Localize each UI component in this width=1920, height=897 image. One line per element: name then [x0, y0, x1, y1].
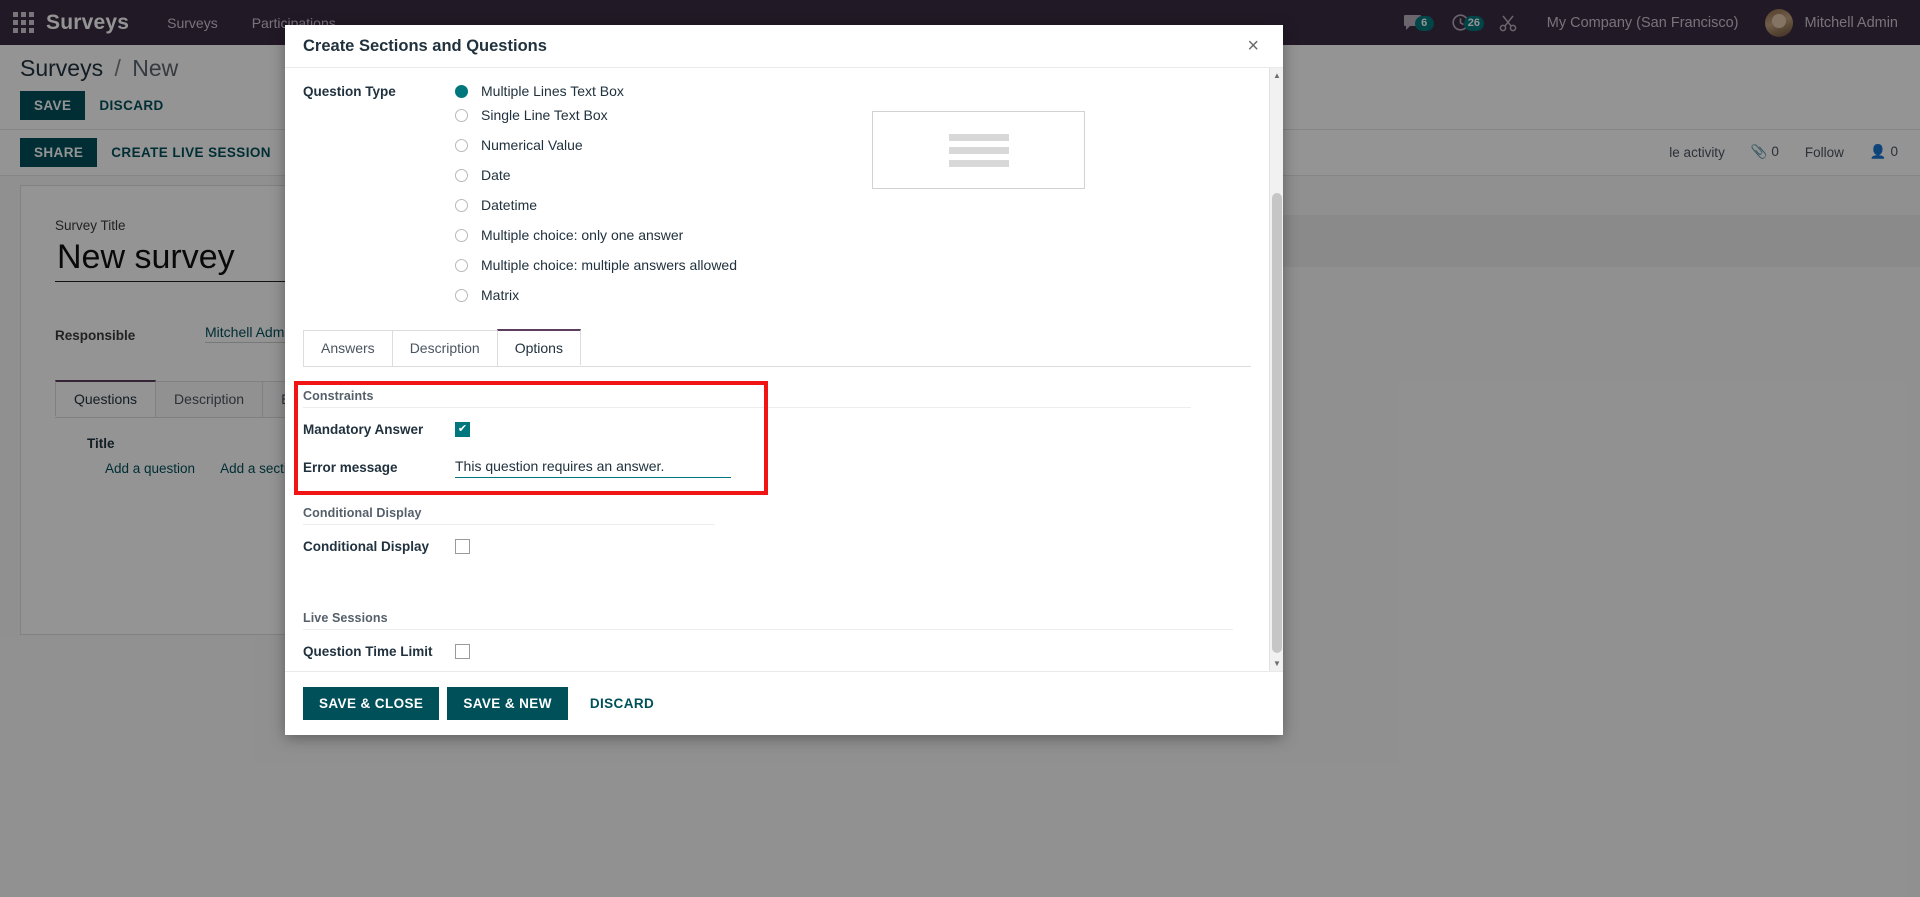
- radio-multiple-choice-multiple-answers[interactable]: [455, 258, 468, 272]
- radio-label-multiple-lines-text-box: Multiple Lines Text Box: [481, 83, 624, 99]
- conditional-display-label: Conditional Display: [303, 538, 430, 554]
- question-time-limit-checkbox[interactable]: [455, 643, 470, 659]
- question-type-option-multiple-choice-multi[interactable]: Multiple choice: multiple answers allowe…: [285, 250, 1269, 280]
- radio-label-multiple-choice-one-answer: Multiple choice: only one answer: [481, 227, 684, 243]
- dialog-header: Create Sections and Questions ×: [285, 25, 1283, 68]
- dialog-title: Create Sections and Questions: [303, 36, 547, 55]
- radio-label-multiple-choice-multiple-answers: Multiple choice: multiple answers allowe…: [481, 257, 738, 273]
- chevron-down-icon[interactable]: ▼: [1270, 656, 1283, 671]
- radio-label-single-line-text-box: Single Line Text Box: [481, 107, 608, 123]
- question-type-option-single-line-text-box[interactable]: Single Line Text Box: [285, 100, 1269, 130]
- question-type-option-datetime[interactable]: Datetime: [285, 190, 1269, 220]
- radio-label-date: Date: [481, 167, 511, 183]
- error-message-field: Error message: [303, 450, 1251, 484]
- live-sessions-group-title: Live Sessions: [303, 611, 1233, 630]
- mandatory-answer-checkbox[interactable]: [455, 421, 470, 437]
- dialog-footer: SAVE & CLOSE SAVE & NEW DISCARD: [285, 671, 1283, 735]
- live-sessions-group: Live Sessions Question Time Limit: [303, 611, 1251, 668]
- dialog-discard-button[interactable]: DISCARD: [576, 687, 668, 720]
- tab-options[interactable]: Options: [496, 329, 581, 365]
- chevron-up-icon[interactable]: ▲: [1270, 68, 1283, 83]
- conditional-display-group-title: Conditional Display: [303, 506, 715, 525]
- dialog-body: Question Type Multiple Lines Text Box Si…: [285, 68, 1283, 671]
- constraints-group-title: Constraints: [303, 389, 1191, 408]
- error-message-input[interactable]: [455, 456, 731, 478]
- radio-label-datetime: Datetime: [481, 197, 538, 213]
- question-time-limit-field: Question Time Limit: [303, 634, 1251, 668]
- conditional-display-field: Conditional Display: [303, 529, 1251, 563]
- create-sections-and-questions-dialog: Create Sections and Questions × Question…: [285, 25, 1283, 735]
- save-and-new-button[interactable]: SAVE & NEW: [447, 687, 568, 720]
- radio-single-line-text-box[interactable]: [455, 108, 468, 122]
- tab-description[interactable]: Description: [391, 330, 498, 366]
- question-notebook: Answers Description Options: [285, 329, 1269, 367]
- tab-answers[interactable]: Answers: [303, 330, 393, 366]
- radio-multiple-lines-text-box[interactable]: [455, 84, 468, 98]
- question-type-row-clipped: Question Type Multiple Lines Text Box: [285, 82, 1269, 100]
- question-type-preview: [872, 111, 1085, 189]
- radio-multiple-choice-one-answer[interactable]: [455, 228, 468, 242]
- question-type-option-matrix[interactable]: Matrix: [285, 280, 1269, 310]
- close-icon[interactable]: ×: [1241, 35, 1265, 57]
- dialog-scrollbar[interactable]: ▲ ▼: [1269, 68, 1283, 671]
- radio-label-numerical-value: Numerical Value: [481, 137, 583, 153]
- question-tabs: Answers Description Options: [303, 329, 1251, 367]
- question-time-limit-label: Question Time Limit: [303, 643, 433, 659]
- question-type-label: Question Type: [303, 83, 396, 99]
- constraints-group: Constraints Mandatory Answer Error messa…: [303, 389, 1251, 484]
- dialog-scroll-area: Question Type Multiple Lines Text Box Si…: [285, 68, 1269, 671]
- scrollbar-thumb[interactable]: [1272, 193, 1282, 653]
- conditional-display-checkbox[interactable]: [455, 538, 470, 554]
- radio-datetime[interactable]: [455, 198, 468, 212]
- radio-numerical-value[interactable]: [455, 138, 468, 152]
- mandatory-answer-field: Mandatory Answer: [303, 412, 1251, 446]
- question-type-field: Question Type Multiple Lines Text Box Si…: [285, 68, 1269, 310]
- question-type-option-numerical-value[interactable]: Numerical Value: [285, 130, 1269, 160]
- radio-matrix[interactable]: [455, 288, 468, 302]
- text-lines-preview-icon: [948, 133, 1009, 167]
- radio-date[interactable]: [455, 168, 468, 182]
- radio-label-matrix: Matrix: [481, 287, 520, 303]
- save-and-close-button[interactable]: SAVE & CLOSE: [303, 687, 440, 720]
- question-type-option-date[interactable]: Date: [285, 160, 1269, 190]
- options-tab-page: Constraints Mandatory Answer Error messa…: [285, 389, 1269, 668]
- error-message-label: Error message: [303, 459, 398, 475]
- question-type-option-multiple-choice-one[interactable]: Multiple choice: only one answer: [285, 220, 1269, 250]
- mandatory-answer-label: Mandatory Answer: [303, 421, 424, 437]
- conditional-display-group: Conditional Display Conditional Display: [303, 506, 1251, 563]
